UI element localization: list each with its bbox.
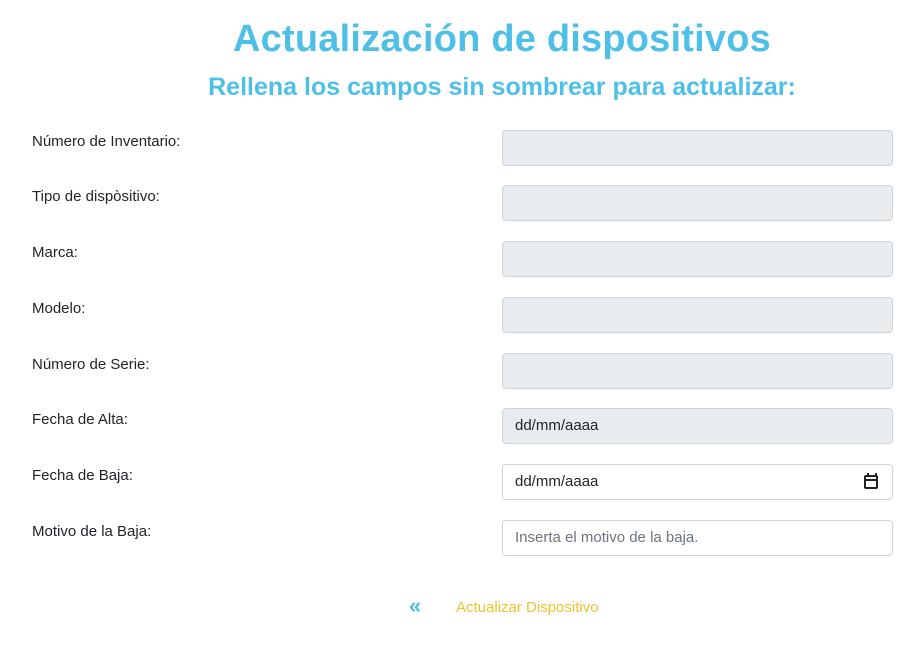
inventory-number-label: Número de Inventario: xyxy=(32,133,181,150)
serial-number-field xyxy=(502,353,893,389)
inventory-number-row: Número de Inventario: xyxy=(0,130,919,166)
removal-reason-row: Motivo de la Baja: Inserta el motivo de … xyxy=(0,520,919,556)
form-actions: « Actualizar Dispositivo xyxy=(0,593,919,620)
brand-row: Marca: xyxy=(0,241,919,277)
calendar-icon[interactable] xyxy=(864,473,878,489)
brand-field xyxy=(502,241,893,277)
model-field xyxy=(502,297,893,333)
double-chevron-left-icon[interactable]: « xyxy=(409,593,421,619)
removal-reason-input[interactable]: Inserta el motivo de la baja. xyxy=(502,520,893,556)
update-device-button[interactable]: Actualizar Dispositivo xyxy=(456,599,599,616)
brand-label: Marca: xyxy=(32,244,78,261)
inventory-number-field xyxy=(502,130,893,166)
device-type-label: Tipo de dispòsitivo: xyxy=(32,188,160,205)
registration-date-row: Fecha de Alta: dd/mm/aaaa xyxy=(0,408,919,444)
page-subtitle: Rellena los campos sin sombrear para act… xyxy=(208,73,796,101)
registration-date-label: Fecha de Alta: xyxy=(32,411,128,428)
device-type-field xyxy=(502,185,893,221)
removal-date-label: Fecha de Baja: xyxy=(32,467,133,484)
serial-number-label: Número de Serie: xyxy=(32,356,150,373)
removal-date-row: Fecha de Baja: dd/mm/aaaa xyxy=(0,464,919,500)
device-type-row: Tipo de dispòsitivo: xyxy=(0,185,919,221)
page-title: Actualización de dispositivos xyxy=(233,18,771,60)
serial-number-row: Número de Serie: xyxy=(0,353,919,389)
removal-date-input[interactable]: dd/mm/aaaa xyxy=(502,464,893,500)
model-row: Modelo: xyxy=(0,297,919,333)
removal-reason-label: Motivo de la Baja: xyxy=(32,523,152,540)
registration-date-field: dd/mm/aaaa xyxy=(502,408,893,444)
model-label: Modelo: xyxy=(32,300,86,317)
removal-date-value: dd/mm/aaaa xyxy=(515,473,599,490)
